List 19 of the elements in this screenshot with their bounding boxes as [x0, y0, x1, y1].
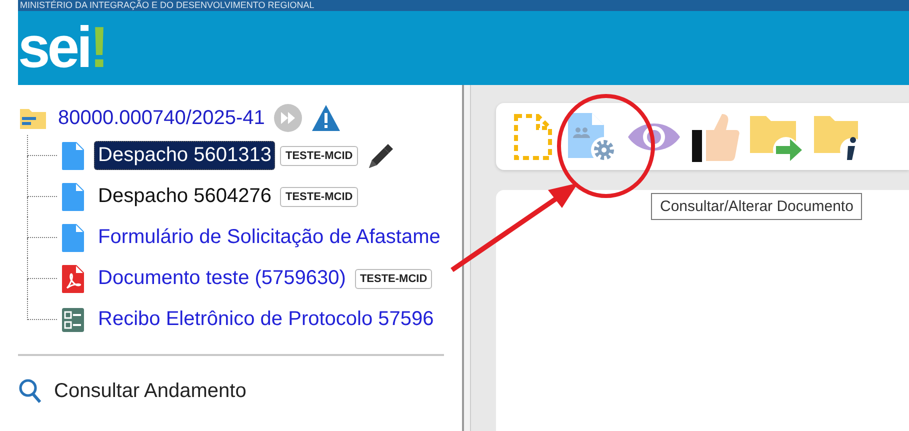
- document-icon: [61, 140, 85, 170]
- document-icon: [61, 182, 85, 212]
- tag-label: TESTE-MCID: [280, 146, 358, 166]
- warning-icon[interactable]: [310, 104, 341, 132]
- document-link[interactable]: Despacho 5604276: [94, 182, 276, 211]
- org-title: MINISTÉRIO DA INTEGRAÇÃO E DO DESENVOLVIMENTO REGIONAL: [19, 0, 314, 11]
- process-link[interactable]: 80000.000740/2025-41: [58, 106, 265, 130]
- search-icon[interactable]: [18, 378, 42, 404]
- tag-label: TESTE-MCID: [354, 268, 432, 288]
- tag-label: TESTE-MCID: [280, 186, 358, 206]
- document-icon: [61, 222, 85, 252]
- document-link[interactable]: Formulário de Solicitação de Afastame: [94, 223, 444, 252]
- tooltip: Consultar/Alterar Documento: [651, 193, 862, 220]
- action-link[interactable]: Consultar Andamento: [54, 380, 246, 402]
- pdf-icon: [61, 264, 85, 294]
- document-link[interactable]: Despacho 5601313: [94, 141, 276, 170]
- document-link[interactable]: Recibo Eletrônico de Protocolo 57596: [94, 305, 438, 334]
- document-link[interactable]: Documento teste (5759630): [94, 264, 350, 293]
- panel-splitter[interactable]: [462, 85, 471, 431]
